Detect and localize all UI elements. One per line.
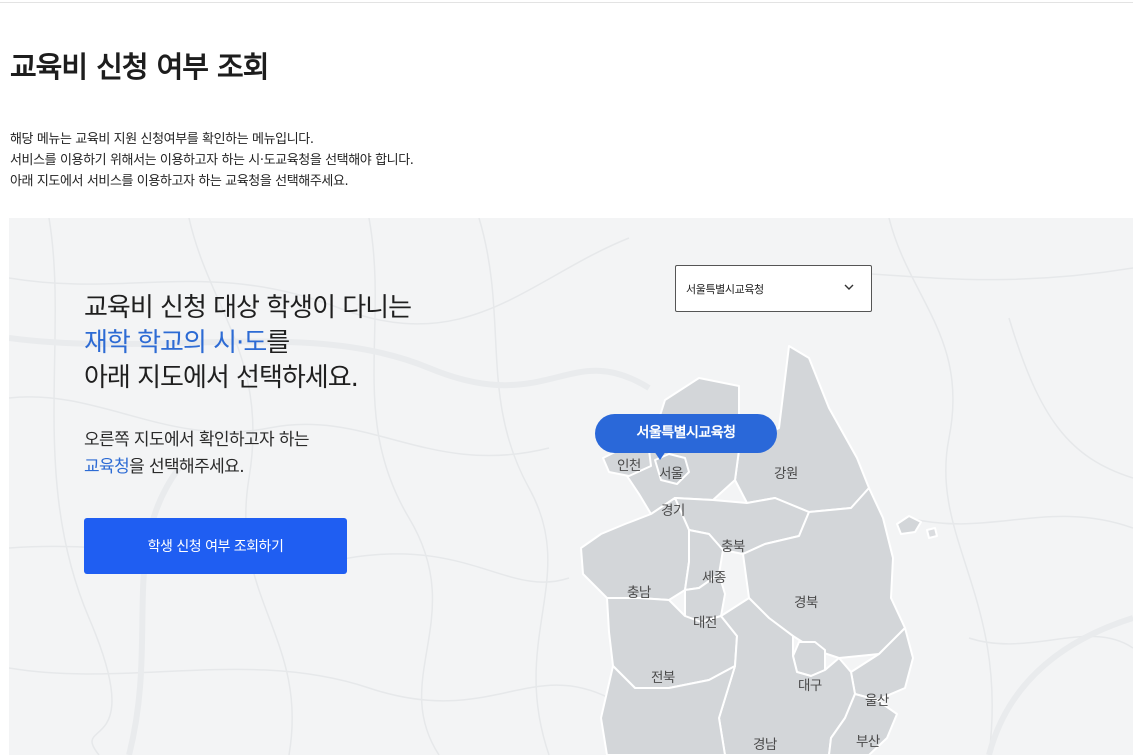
intro-text: 해당 메뉴는 교육비 지원 신청여부를 확인하는 메뉴입니다. 서비스를 이용하… xyxy=(10,129,414,192)
region-label-sejong: 세종 xyxy=(702,570,726,586)
region-label-daejeon: 대전 xyxy=(693,615,717,631)
map-region-daegu[interactable] xyxy=(792,641,826,677)
heading-line: 아래 지도에서 선택하세요. xyxy=(84,363,359,393)
check-application-button[interactable]: 학생 신청 여부 조회하기 xyxy=(84,518,347,574)
heading-line: 재학 학교의 시·도를 xyxy=(84,326,411,361)
chevron-down-icon xyxy=(844,284,854,290)
heading-text: 를 xyxy=(266,328,290,358)
subtext-line: 교육청을 선택해주세요. xyxy=(84,454,309,481)
tooltip-pointer xyxy=(654,451,666,460)
heading-line: 교육비 신청 대상 학생이 다니는 xyxy=(84,293,412,323)
panel-subtext: 오른쪽 지도에서 확인하고자 하는 교육청을 선택해주세요. xyxy=(84,427,310,481)
subtext-highlight: 교육청 xyxy=(84,457,130,477)
region-label-gyeongbuk: 경북 xyxy=(794,595,818,611)
intro-line: 서비스를 이용하기 위해서는 이용하고자 하는 시·도교육청을 선택해야 합니다… xyxy=(10,153,414,168)
heading-highlight: 재학 학교의 시·도 xyxy=(84,328,267,358)
region-label-chungbuk: 충북 xyxy=(721,539,745,555)
office-select[interactable]: 서울특별시교육청 xyxy=(675,265,872,312)
region-label-seoul: 서울 xyxy=(659,466,683,482)
region-label-incheon: 인천 xyxy=(617,458,641,474)
subtext-line: 오른쪽 지도에서 확인하고자 하는 xyxy=(84,430,310,450)
intro-line: 해당 메뉴는 교육비 지원 신청여부를 확인하는 메뉴입니다. xyxy=(10,132,314,147)
map-region-island xyxy=(926,527,938,539)
top-divider xyxy=(0,2,1133,3)
page-title: 교육비 신청 여부 조회 xyxy=(10,50,269,84)
map-region-island xyxy=(896,515,922,535)
region-label-daegu: 대구 xyxy=(798,678,822,694)
region-label-jeonbuk: 전북 xyxy=(651,670,675,686)
region-label-gangwon: 강원 xyxy=(774,466,798,482)
intro-line: 아래 지도에서 서비스를 이용하고자 하는 교육청을 선택해주세요. xyxy=(10,174,349,189)
region-label-ulsan: 울산 xyxy=(865,693,889,709)
subtext-text: 을 선택해주세요. xyxy=(129,457,245,477)
region-label-gyeongnam: 경남 xyxy=(753,737,777,753)
panel-heading: 교육비 신청 대상 학생이 다니는 재학 학교의 시·도를 아래 지도에서 선택… xyxy=(84,291,412,396)
region-label-gyeonggi: 경기 xyxy=(661,503,685,519)
office-select-value: 서울특별시교육청 xyxy=(686,283,764,296)
region-label-chungnam: 충남 xyxy=(627,585,651,601)
map-panel: 인천 서울 강원 경기 충북 세종 충남 경북 대전 전북 대구 울산 경남 부… xyxy=(9,218,1133,755)
region-label-busan: 부산 xyxy=(856,734,880,750)
selected-region-tooltip: 서울특별시교육청 xyxy=(595,414,777,453)
